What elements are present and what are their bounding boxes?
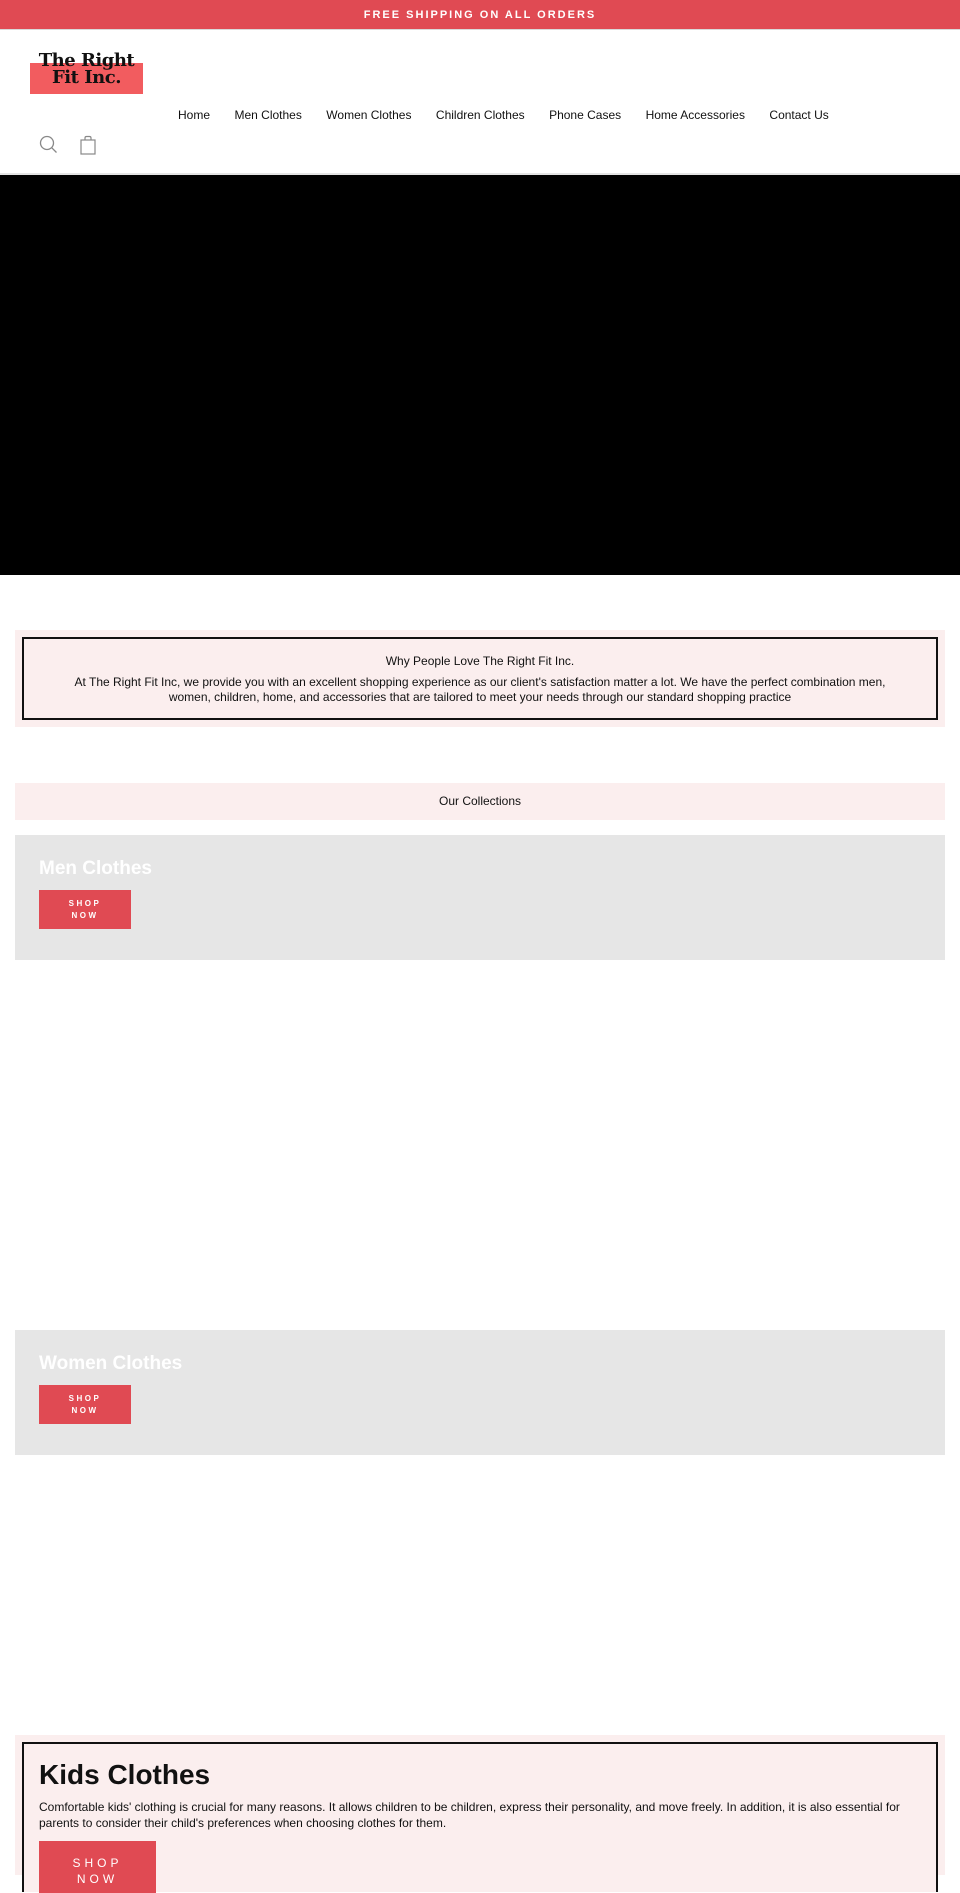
- why-section: Why People Love The Right Fit Inc. At Th…: [15, 630, 945, 727]
- kids-section: Kids Clothes Comfortable kids' clothing …: [15, 1735, 945, 1893]
- cart-button[interactable]: [77, 134, 99, 156]
- logo-text: The Right Fit Inc.: [38, 50, 135, 88]
- nav-contact-us[interactable]: Contact Us: [769, 107, 828, 123]
- shop-now-button[interactable]: SHOP NOW: [39, 1385, 131, 1424]
- nav-home[interactable]: Home: [178, 107, 210, 123]
- kids-title: Kids Clothes: [39, 1759, 211, 1790]
- why-text: At The Right Fit Inc, we provide you wit…: [74, 675, 886, 704]
- nav-men-clothes[interactable]: Men Clothes: [234, 107, 301, 123]
- nav-home-accessories[interactable]: Home Accessories: [646, 107, 745, 123]
- why-title: Why People Love The Right Fit Inc.: [385, 654, 575, 668]
- site-header: The Right Fit Inc. Home Men Clothes Wome…: [0, 30, 960, 175]
- kids-box: Kids Clothes Comfortable kids' clothing …: [22, 1742, 938, 1893]
- nav-children-clothes[interactable]: Children Clothes: [436, 107, 525, 123]
- announcement-text: FREE SHIPPING ON ALL ORDERS: [363, 9, 597, 21]
- nav-phone-cases[interactable]: Phone Cases: [549, 107, 621, 123]
- shopping-bag-icon: [80, 135, 96, 155]
- search-button[interactable]: [38, 134, 60, 156]
- kids-text: Comfortable kids' clothing is crucial fo…: [39, 1800, 900, 1830]
- kids-shop-now-button[interactable]: SHOP NOW: [39, 1841, 156, 1893]
- announcement-bar: FREE SHIPPING ON ALL ORDERS: [0, 0, 960, 30]
- collection-card-men[interactable]: Men Clothes SHOP NOW: [15, 835, 945, 960]
- nav-women-clothes[interactable]: Women Clothes: [326, 107, 411, 123]
- search-icon: [39, 135, 57, 153]
- logo[interactable]: The Right Fit Inc.: [30, 52, 143, 96]
- shop-now-button[interactable]: SHOP NOW: [39, 890, 131, 929]
- collection-title: Women Clothes: [39, 1353, 183, 1374]
- collection-card-women[interactable]: Women Clothes SHOP NOW: [15, 1330, 945, 1455]
- collections-heading: Our Collections: [15, 783, 945, 820]
- collection-title: Men Clothes: [39, 858, 152, 879]
- hero-banner: [0, 175, 960, 575]
- why-box: Why People Love The Right Fit Inc. At Th…: [22, 637, 938, 720]
